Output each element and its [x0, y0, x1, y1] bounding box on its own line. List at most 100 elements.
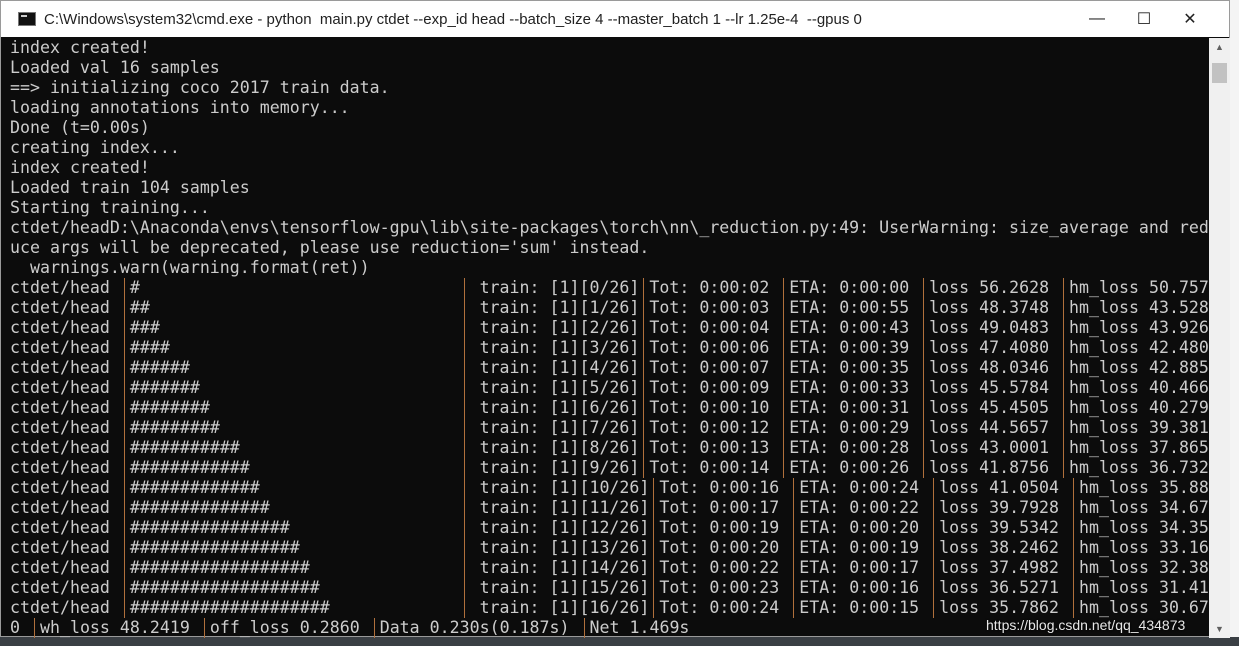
column-separator: [1059, 338, 1070, 358]
maximize-button[interactable]: ☐: [1121, 1, 1167, 37]
column-separator: [119, 518, 130, 538]
column-separator: [119, 398, 130, 418]
row-cell-2: train: [1][0/26]: [479, 278, 640, 297]
row-cell-5: loss 45.5784: [929, 378, 1060, 397]
row-cell-5: loss 38.2462: [939, 538, 1070, 557]
row-cell-3: Tot: 0:00:06: [649, 338, 780, 357]
row-cell-5: loss 39.5342: [939, 518, 1070, 537]
column-separator: [119, 318, 130, 338]
scrollbar-thumb[interactable]: [1212, 63, 1227, 83]
row-cell-3: Tot: 0:00:03: [649, 298, 780, 317]
row-cell-1: #################: [129, 538, 300, 557]
row-cell-0: ctdet/head: [10, 378, 120, 397]
row-cell-0: ctdet/head: [10, 558, 120, 577]
terminal-line: ==> initializing coco 2017 train data.: [10, 78, 390, 97]
column-separator: [639, 278, 650, 298]
column-separator: [929, 498, 940, 518]
row-cell-6: hm_loss 30.676: [1079, 598, 1209, 617]
column-separator: [919, 358, 930, 378]
column-separator: [779, 278, 790, 298]
training-row: ctdet/head ################### train: [1]…: [10, 578, 1209, 598]
column-separator: [919, 458, 930, 478]
row-cell-6: hm_loss 40.2790: [1069, 398, 1209, 417]
column-separator: [649, 598, 660, 618]
column-separator: [459, 298, 470, 318]
vertical-scrollbar[interactable]: ▲ ▼: [1209, 38, 1230, 638]
watermark: https://blog.csdn.net/qq_434873: [986, 617, 1186, 633]
column-separator: [119, 478, 130, 498]
row-cell-3: Tot: 0:00:02: [649, 278, 780, 297]
column-separator: [119, 538, 130, 558]
row-cell-3: Tot: 0:00:22: [659, 558, 790, 577]
row-cell-1: #############: [129, 478, 260, 497]
column-separator: [639, 338, 650, 358]
column-separator: [459, 538, 470, 558]
row-cell-0: ctdet/head: [10, 518, 120, 537]
terminal-output[interactable]: index created! Loaded val 16 samples ==> i…: [1, 38, 1209, 638]
column-separator: [1059, 278, 1070, 298]
row-cell-4: ETA: 0:00:19: [799, 538, 930, 557]
row-cell-2: train: [1][11/26]: [479, 498, 650, 517]
training-row: ctdet/head ######## train: [1][6/26] Tot: …: [10, 398, 1209, 418]
training-row: ctdet/head ####### train: [1][5/26] Tot: 0…: [10, 378, 1209, 398]
column-separator: [1059, 298, 1070, 318]
minimize-button[interactable]: —: [1074, 1, 1120, 37]
row-cell-2: train: [1][14/26]: [479, 558, 650, 577]
row-cell-1: ###########: [129, 438, 240, 457]
row-cell-1: ############: [129, 458, 250, 477]
training-row: ctdet/head ############# train: [1][10/26…: [10, 478, 1209, 498]
title-bar[interactable]: C:\Windows\system32\cmd.exe - python mai…: [1, 1, 1229, 37]
column-separator: [789, 578, 800, 598]
scroll-up-arrow-icon[interactable]: ▲: [1209, 42, 1230, 52]
cmd-window: C:\Windows\system32\cmd.exe - python mai…: [0, 0, 1230, 638]
row-cell-1: ################: [129, 518, 290, 537]
row-cell-3: Tot: 0:00:16: [659, 478, 790, 497]
row-cell-0: ctdet/head: [10, 478, 120, 497]
row-cell-1: ##################: [129, 558, 310, 577]
row-cell-2: train: [1][2/26]: [479, 318, 640, 337]
column-separator: [459, 338, 470, 358]
column-separator: [1059, 418, 1070, 438]
row-cell-5: loss 43.0001: [929, 438, 1060, 457]
column-separator: [459, 358, 470, 378]
row-cell-6: hm_loss 43.9266: [1069, 318, 1209, 337]
column-separator: [789, 518, 800, 538]
background-taskbar: [0, 637, 1239, 646]
row-cell-4: ETA: 0:00:33: [789, 378, 920, 397]
column-separator: [459, 438, 470, 458]
row-cell-5: loss 56.2628: [929, 278, 1060, 297]
row-cell-4: ETA: 0:00:26: [789, 458, 920, 477]
training-row: ctdet/head # train: [1][0/26] Tot: 0:00:02…: [10, 278, 1209, 298]
column-separator: [649, 558, 660, 578]
scroll-down-arrow-icon[interactable]: ▼: [1209, 624, 1230, 634]
row-cell-2: train: [1][3/26]: [479, 338, 640, 357]
row-cell-4: ETA: 0:00:24: [799, 478, 930, 497]
row-cell-6: hm_loss 42.4809: [1069, 338, 1209, 357]
training-row: ctdet/head ################ train: [1][12…: [10, 518, 1209, 538]
column-separator: [779, 398, 790, 418]
column-separator: [459, 558, 470, 578]
column-separator: [919, 438, 930, 458]
close-button[interactable]: ✕: [1167, 1, 1213, 37]
status-cell: wh_loss 48.2419: [39, 618, 200, 637]
column-separator: [1069, 558, 1080, 578]
column-separator: [1069, 518, 1080, 538]
row-cell-6: hm_loss 39.3818: [1069, 418, 1209, 437]
terminal-line: Done (t=0.00s): [10, 118, 150, 137]
row-cell-2: train: [1][6/26]: [479, 398, 640, 417]
training-row: ctdet/head ############## train: [1][11/2…: [10, 498, 1209, 518]
column-separator: [649, 538, 660, 558]
training-row: ctdet/head ### train: [1][2/26] Tot: 0:00:…: [10, 318, 1209, 338]
column-separator: [119, 498, 130, 518]
column-separator: [1069, 478, 1080, 498]
row-cell-4: ETA: 0:00:15: [799, 598, 930, 617]
status-cell: Net 1.469s: [589, 618, 690, 637]
row-cell-1: ####################: [129, 598, 330, 617]
row-cell-6: hm_loss 42.8857: [1069, 358, 1209, 377]
column-separator: [1059, 358, 1070, 378]
column-separator: [929, 558, 940, 578]
row-cell-5: loss 41.8756: [929, 458, 1060, 477]
row-cell-3: Tot: 0:00:23: [659, 578, 790, 597]
training-row: ctdet/head ######### train: [1][7/26] Tot:…: [10, 418, 1209, 438]
column-separator: [1069, 578, 1080, 598]
